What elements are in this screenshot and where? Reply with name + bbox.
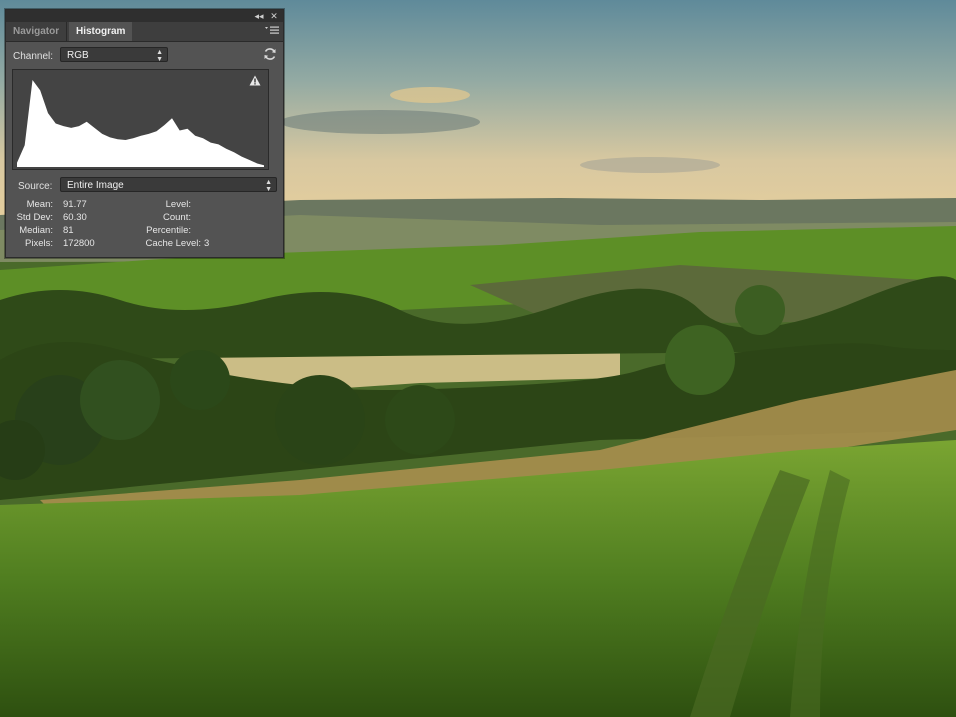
pixels-label: Pixels: — [25, 238, 53, 249]
double-chevron-left-icon[interactable]: ◂◂ — [253, 10, 265, 22]
count-label: Count: — [163, 212, 191, 223]
pixels-value: 172800 — [63, 238, 95, 249]
warning-icon[interactable] — [249, 75, 261, 86]
select-arrows-icon: ▲ ▼ — [265, 179, 272, 193]
median-label: Median: — [19, 225, 53, 236]
channel-select[interactable]: RGB ▲ ▼ — [60, 47, 168, 63]
histogram-panel: ◂◂ ✕ Navigator Histogram Channel: RGB ▲ ▼ — [5, 9, 284, 258]
channel-label: Channel: — [13, 51, 54, 62]
mean-label: Mean: — [26, 199, 53, 210]
tab-navigator[interactable]: Navigator — [6, 22, 68, 41]
panel-title-bar[interactable]: ◂◂ ✕ — [6, 10, 283, 22]
source-value: Entire Image — [67, 180, 124, 191]
channel-value: RGB — [67, 50, 89, 61]
histogram-chart — [12, 69, 269, 170]
close-icon[interactable]: ✕ — [268, 10, 280, 22]
refresh-icon[interactable] — [263, 47, 277, 61]
source-select[interactable]: Entire Image ▲ ▼ — [60, 177, 277, 193]
panel-tabs: Navigator Histogram — [6, 22, 283, 42]
percentile-label: Percentile: — [146, 225, 191, 236]
level-label: Level: — [165, 199, 191, 210]
tab-histogram[interactable]: Histogram — [69, 22, 133, 41]
panel-menu-icon[interactable] — [265, 26, 279, 37]
cache-level-value: 3 — [204, 238, 210, 249]
cache-level-label: Cache Level: — [145, 238, 201, 249]
std-dev-value: 60.30 — [63, 212, 87, 223]
median-value: 81 — [63, 225, 74, 236]
std-dev-label: Std Dev: — [16, 212, 53, 223]
mean-value: 91.77 — [63, 199, 87, 210]
select-arrows-icon: ▲ ▼ — [156, 49, 163, 63]
source-label: Source: — [18, 181, 53, 192]
histogram-area — [17, 80, 264, 167]
histogram-svg — [17, 80, 264, 167]
